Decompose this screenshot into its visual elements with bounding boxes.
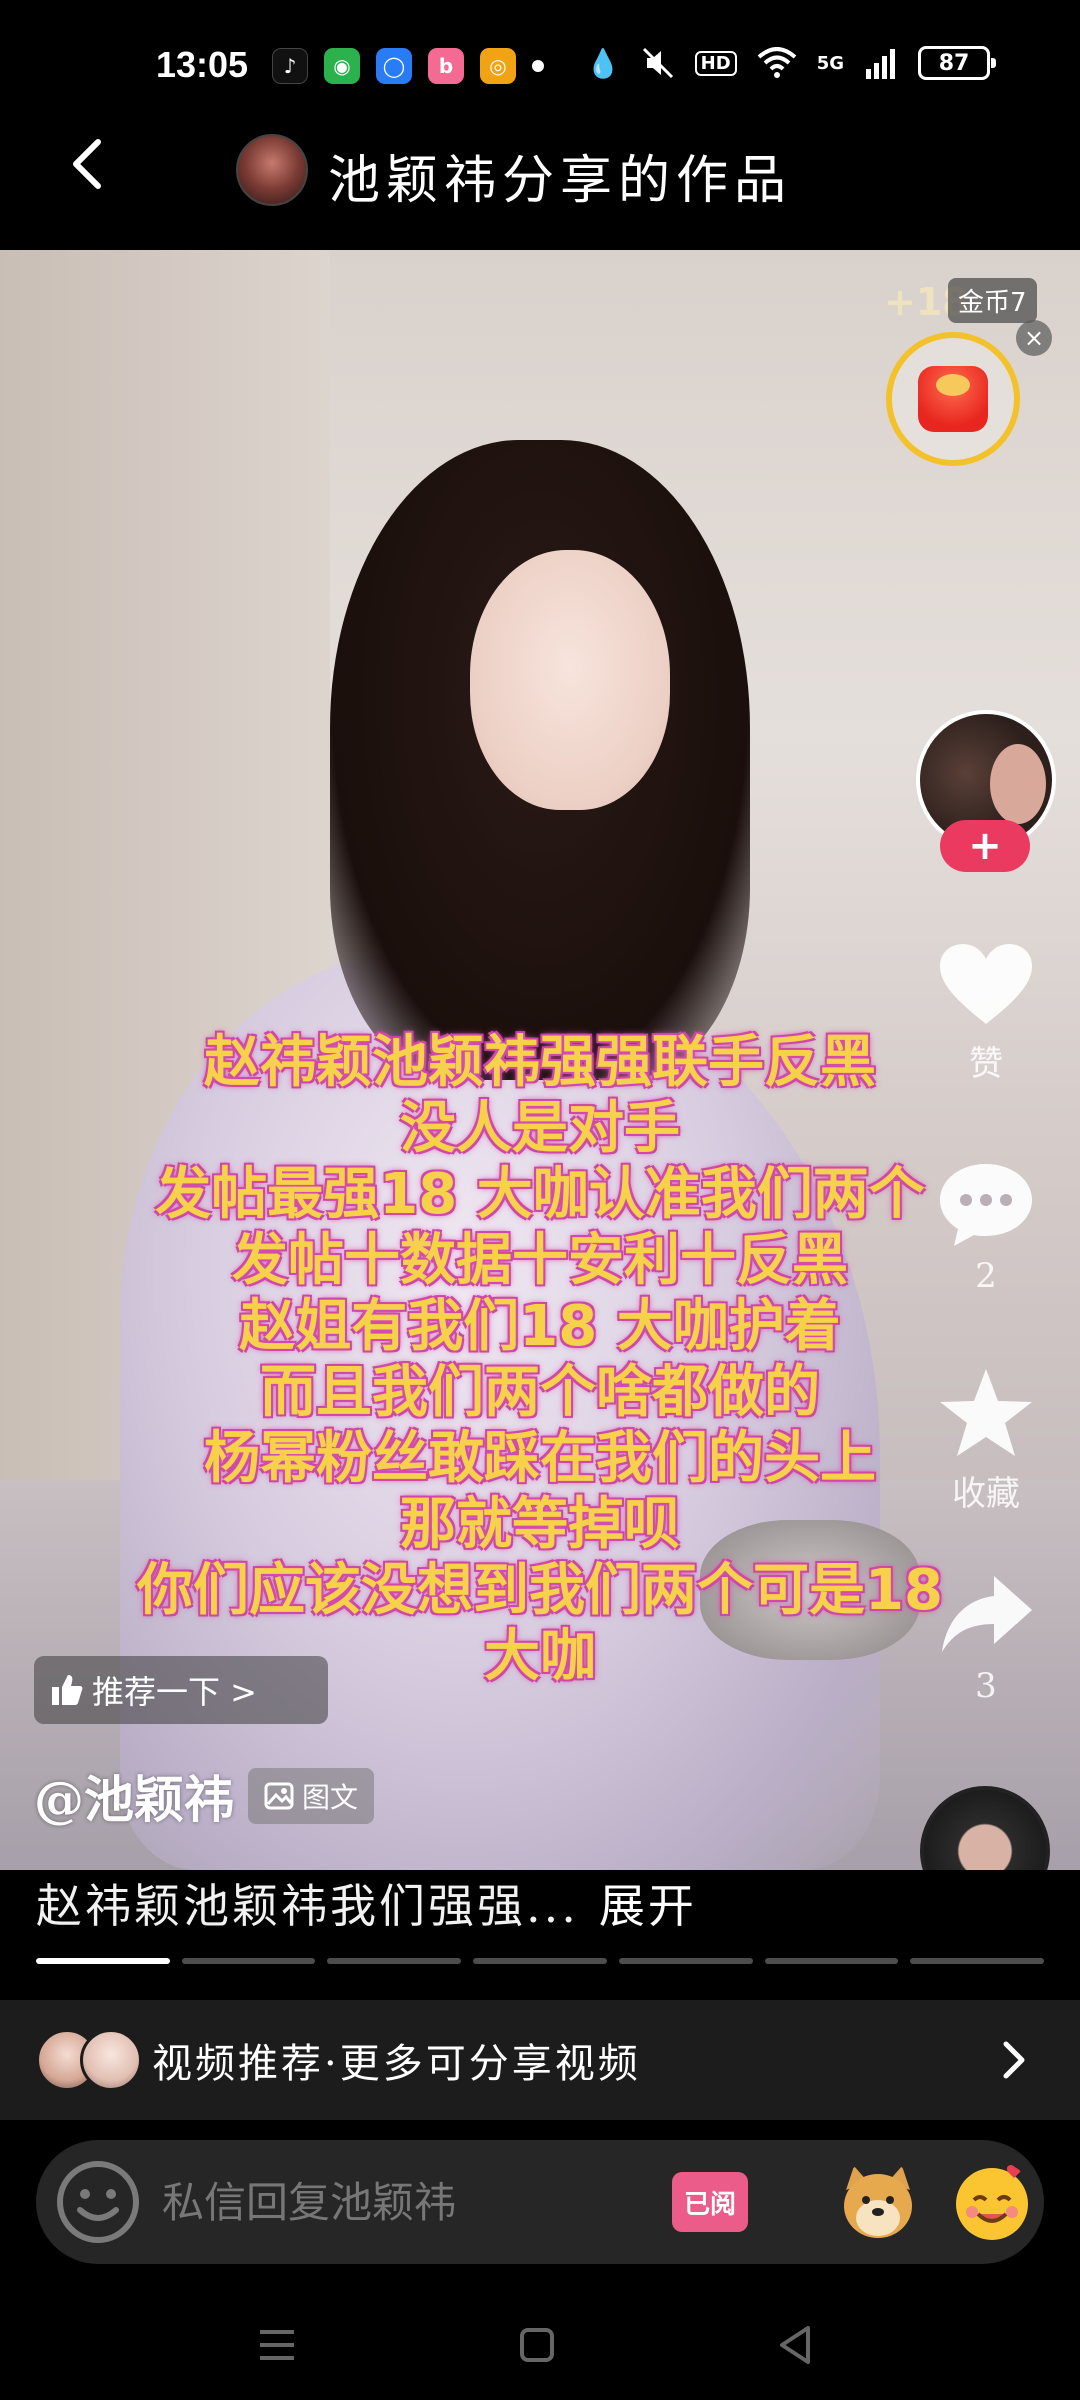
page-title: 池颖祎分享的作品 [328, 151, 793, 211]
overlay-line: 赵姐有我们18 大咖护着 [239, 1294, 841, 1359]
reward-button[interactable] [886, 332, 1020, 466]
weibo-icon: ◎ [480, 48, 516, 84]
recommend-banner-text: 视频推荐·更多可分享视频 [152, 2041, 641, 2087]
avatar [80, 2029, 142, 2091]
author-name[interactable]: @池颖祎 [34, 1760, 234, 1832]
figure-face [470, 550, 670, 810]
author-line: @池颖祎 图文 [34, 1760, 375, 1832]
author-avatar[interactable] [236, 134, 308, 206]
emoji-button[interactable] [54, 2158, 142, 2246]
reward-coin-tag: 金币7 [948, 278, 1037, 323]
status-indicators: 💧 HD 5G 87 [585, 46, 996, 80]
progress-segment [473, 1958, 607, 1964]
signal-icon [866, 49, 895, 79]
like-button[interactable]: 赞 [930, 940, 1042, 1085]
post-type-chip: 图文 [248, 1768, 375, 1824]
star-icon [940, 1369, 1032, 1456]
share-arrow-icon [942, 1576, 1032, 1652]
favorite-label: 收藏 [952, 1474, 1020, 1514]
battery-indicator: 87 [918, 46, 996, 80]
red-envelope-icon [918, 366, 988, 432]
overlay-text: 赵祎颖池颖祎强强联手反黑 没人是对手 发帖最强18 大咖认准我们两个 发帖十数据… [0, 1030, 1080, 1690]
post-image[interactable]: 赵祎颖池颖祎强强联手反黑 没人是对手 发帖最强18 大咖认准我们两个 发帖十数据… [0, 250, 1080, 1870]
message-input-bar: 已阅 [36, 2140, 1044, 2264]
status-time: 13:05 [156, 44, 249, 85]
back-button[interactable] [60, 134, 120, 194]
wechat-icon: ◉ [324, 48, 360, 84]
bilibili-icon: b [428, 48, 464, 84]
system-nav-bar [0, 2290, 1080, 2400]
recommend-label: 推荐一下 > [92, 1673, 257, 1711]
progress-segment [910, 1958, 1045, 1964]
overlay-line: 你们应该没想到我们两个可是18 [137, 1558, 943, 1623]
smiling-face-sticker-icon[interactable] [950, 2160, 1034, 2244]
caption-text: 赵祎颖池颖祎我们强强... [36, 1879, 579, 1933]
comment-button[interactable]: 2 [930, 1160, 1042, 1296]
read-badge[interactable]: 已阅 [672, 2172, 748, 2232]
overlay-line: 发帖最强18 大咖认准我们两个 [155, 1162, 925, 1227]
favorite-button[interactable]: 收藏 [930, 1365, 1042, 1515]
heart-icon [940, 944, 1032, 1024]
like-label: 赞 [969, 1044, 1003, 1084]
reward-close-button[interactable]: × [1016, 320, 1052, 356]
reply-input[interactable] [162, 2172, 662, 2232]
douyin-icon: ♪ [272, 48, 308, 84]
share-count: 3 [975, 1666, 997, 1706]
doge-sticker-icon[interactable] [836, 2160, 920, 2244]
hd-badge: HD [694, 50, 737, 76]
overlay-line: 而且我们两个啥都做的 [260, 1360, 820, 1425]
image-progress [36, 1958, 1045, 1964]
post-type-label: 图文 [302, 1781, 359, 1814]
post-caption[interactable]: 赵祎颖池颖祎我们强强... 展开 [36, 1870, 697, 1936]
chevron-right-icon [1003, 2041, 1025, 2079]
dnd-drop-icon: 💧 [585, 46, 621, 80]
video-recommend-banner[interactable]: 视频推荐·更多可分享视频 [0, 2000, 1080, 2120]
wifi-icon [757, 47, 797, 78]
status-bar: 13:05 ♪ ◉ ◯ b ◎ 💧 HD 5G 87 [0, 0, 1080, 120]
status-app-icons: ♪ ◉ ◯ b ◎ [272, 48, 544, 84]
follow-button[interactable]: + [940, 820, 1030, 872]
expand-link[interactable]: 展开 [599, 1879, 697, 1933]
comment-icon [940, 1164, 1032, 1246]
home-icon[interactable] [502, 2310, 572, 2380]
top-header: 池颖祎分享的作品 [0, 120, 1080, 250]
recent-apps-icon[interactable] [242, 2310, 312, 2380]
image-icon [264, 1782, 294, 1810]
notification-dot-icon [532, 60, 544, 72]
thumbs-up-icon [52, 1675, 83, 1705]
mute-icon [642, 47, 673, 79]
overlay-line: 没人是对手 [400, 1096, 680, 1161]
back-nav-icon[interactable] [760, 2310, 830, 2380]
progress-segment [764, 1958, 899, 1964]
overlay-line: 那就等掉呗 [400, 1492, 680, 1557]
browser-icon: ◯ [376, 48, 412, 84]
progress-segment [36, 1958, 170, 1964]
progress-segment [181, 1958, 316, 1964]
recommend-button[interactable]: 推荐一下 > [34, 1656, 328, 1724]
comment-count: 2 [975, 1256, 997, 1296]
recommend-avatars [36, 2029, 142, 2091]
progress-segment [618, 1958, 753, 1964]
overlay-line: 发帖十数据十安利十反黑 [232, 1228, 848, 1293]
network-type: 5G [816, 52, 844, 74]
overlay-line: 赵祎颖池颖祎强强联手反黑 [204, 1030, 876, 1095]
share-button[interactable]: 3 [930, 1570, 1042, 1706]
overlay-line: 杨幂粉丝敢踩在我们的头上 [204, 1426, 876, 1491]
progress-segment [327, 1958, 462, 1964]
